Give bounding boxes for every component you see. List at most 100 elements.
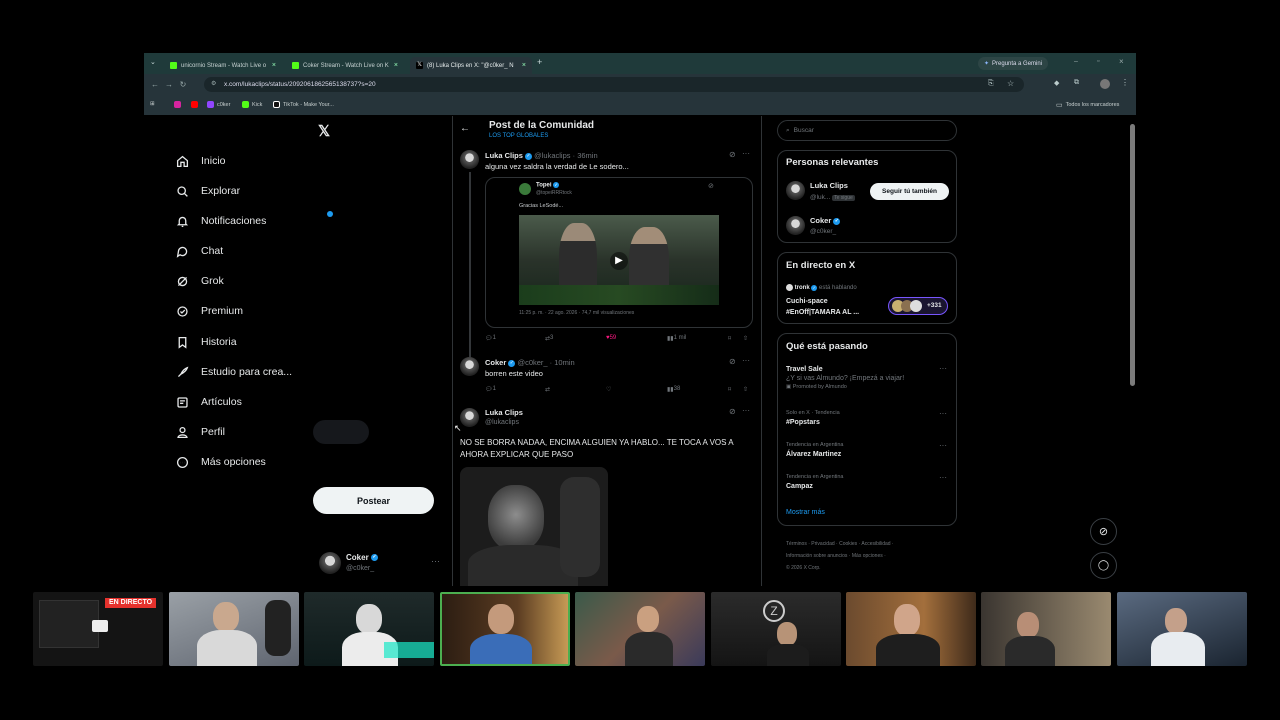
more-dots-icon[interactable]: ···: [742, 406, 750, 415]
more-dots-icon[interactable]: ···: [939, 409, 947, 418]
share-icon[interactable]: ⇧: [743, 386, 748, 393]
messages-float-button[interactable]: ◯: [1090, 552, 1117, 579]
avatar[interactable]: [460, 150, 479, 169]
stream-tile[interactable]: [169, 592, 299, 666]
bookmark-kick[interactable]: Kick: [242, 101, 262, 108]
quoted-post[interactable]: Topei ✓ @topeiRRRtock ⊘ Gracias LeSodé..…: [485, 177, 753, 328]
scrollbar-thumb[interactable]: [1130, 124, 1135, 386]
avatar[interactable]: [460, 357, 479, 376]
grok-float-button[interactable]: ⊘: [1090, 518, 1117, 545]
tab-coker[interactable]: Coker Stream - Watch Live on K ×: [286, 57, 404, 74]
extensions-puzzle-icon[interactable]: ⧉: [1074, 79, 1079, 87]
close-tab-icon[interactable]: ×: [272, 62, 276, 69]
extension-icon[interactable]: ◆: [1054, 79, 1059, 87]
stream-tile[interactable]: Z: [711, 592, 841, 666]
menu-icon[interactable]: ⋮: [1121, 78, 1129, 87]
footer-link[interactable]: Privacidad: [811, 541, 834, 547]
nav-grok[interactable]: Grok: [176, 269, 224, 293]
stream-tile[interactable]: [304, 592, 434, 666]
author-handle[interactable]: @c0ker_: [517, 358, 547, 367]
author-name[interactable]: Luka Clips: [485, 408, 523, 417]
stream-tile[interactable]: [575, 592, 705, 666]
url-field[interactable]: ⚙ x.com/lukaclips/status/209206186256513…: [204, 77, 1024, 92]
x-logo-icon[interactable]: 𝕏: [318, 122, 330, 140]
author-handle[interactable]: @lukaclips: [485, 419, 519, 426]
all-bookmarks[interactable]: ▭ Todos los marcadores: [1056, 101, 1119, 109]
stream-tile[interactable]: [1117, 592, 1247, 666]
author-name[interactable]: Luka Clips: [485, 151, 523, 160]
stream-tile-active[interactable]: [440, 592, 570, 666]
trend-item-promoted[interactable]: Travel Sale ¿Y si vas Almundo? ¡Empezá a…: [786, 366, 946, 390]
nav-perfil[interactable]: Perfil: [176, 420, 225, 444]
stream-tile[interactable]: [981, 592, 1111, 666]
instagram-icon[interactable]: [174, 101, 181, 108]
post-media-thumbnail[interactable]: [460, 467, 608, 586]
gemini-button[interactable]: ✦ Pregunta a Gemini: [978, 57, 1049, 70]
repost-button[interactable]: ⇄ 3: [545, 335, 553, 342]
tab-unicornio[interactable]: unicornio Stream - Watch Live o ×: [164, 57, 282, 74]
nav-explorar[interactable]: Explorar: [176, 179, 240, 203]
more-dots-icon[interactable]: ···: [939, 364, 947, 373]
star-icon[interactable]: ☆: [1007, 79, 1014, 88]
tab-luka-clips[interactable]: 𝕏 (8) Luka Clips en X: "@c0ker_ N ×: [410, 57, 532, 74]
back-arrow-icon[interactable]: ←: [460, 123, 470, 134]
like-button[interactable]: ♥ 59: [606, 335, 616, 341]
minimize-icon[interactable]: –: [1074, 58, 1078, 65]
close-tab-icon[interactable]: ×: [394, 62, 398, 69]
close-tab-icon[interactable]: ×: [522, 62, 526, 69]
views-button[interactable]: ▮▮ 1 mil: [667, 335, 686, 342]
footer-link[interactable]: Cookies: [839, 541, 857, 547]
nav-historia[interactable]: Historia: [176, 330, 237, 354]
nav-estudio[interactable]: Estudio para crea...: [176, 360, 292, 384]
post-time[interactable]: · 10min: [550, 358, 575, 367]
post-time[interactable]: · 36min: [573, 151, 598, 160]
close-window-icon[interactable]: ×: [1119, 57, 1124, 66]
live-space-subtitle[interactable]: #EnOff|TAMARA AL ...: [786, 309, 859, 316]
install-icon[interactable]: ⎘: [988, 80, 994, 88]
stream-tile-screen[interactable]: EN DIRECTO: [33, 592, 163, 666]
trend-item[interactable]: Tendencia en Argentina Álvarez Martinez: [786, 442, 946, 458]
forward-icon[interactable]: →: [162, 80, 176, 89]
footer-link[interactable]: Accesibilidad: [861, 541, 890, 547]
repost-button[interactable]: ⇄: [545, 386, 550, 393]
trend-item[interactable]: Solo en X · Tendencia #Popstars: [786, 410, 946, 426]
maximize-icon[interactable]: ▫: [1097, 58, 1099, 65]
nav-notificaciones[interactable]: Notificaciones: [176, 209, 266, 233]
bookmark-tiktok[interactable]: TikTok - Make Your...: [273, 101, 334, 108]
tab-search-icon[interactable]: ⌄: [150, 58, 156, 66]
trend-item[interactable]: Tendencia en Argentina Campaz: [786, 474, 946, 490]
search-input[interactable]: ⌕ Buscar: [777, 120, 957, 141]
grok-icon[interactable]: ⊘: [729, 357, 736, 366]
author-name[interactable]: Coker: [485, 358, 506, 367]
footer-link[interactable]: Más opciones: [852, 553, 883, 559]
show-more-link[interactable]: Mostrar más: [786, 509, 825, 516]
person-handle[interactable]: @c0ker_: [810, 228, 836, 235]
scrollbar[interactable]: [1129, 116, 1136, 586]
nav-premium[interactable]: Premium: [176, 299, 243, 323]
more-dots-icon[interactable]: ···: [742, 149, 750, 158]
footer-link[interactable]: Términos: [786, 541, 807, 547]
stream-tile[interactable]: [846, 592, 976, 666]
play-icon[interactable]: ▶: [610, 252, 628, 270]
bookmark-icon[interactable]: ⌑: [728, 335, 731, 342]
nav-chat[interactable]: Chat: [176, 239, 223, 263]
nav-inicio[interactable]: Inicio: [176, 149, 226, 173]
grok-icon[interactable]: ⊘: [729, 150, 736, 159]
bookmark-c0ker[interactable]: c0ker: [207, 101, 230, 108]
follow-button[interactable]: Seguir tú también: [870, 183, 949, 200]
more-dots-icon[interactable]: ···: [939, 441, 947, 450]
site-info-icon[interactable]: ⚙: [211, 80, 216, 87]
avatar[interactable]: [786, 216, 805, 235]
grok-icon[interactable]: ⊘: [729, 407, 736, 416]
avatar[interactable]: [460, 408, 479, 427]
views-button[interactable]: ▮▮ 38: [667, 386, 680, 393]
reply-button[interactable]: 💬︎ 1: [485, 335, 496, 342]
bookmark-icon[interactable]: ⌑: [728, 386, 731, 393]
back-icon[interactable]: ←: [148, 80, 162, 89]
account-switcher[interactable]: Coker ✓ @c0ker_ ···: [313, 548, 443, 578]
profile-avatar[interactable]: [1100, 79, 1110, 89]
share-icon[interactable]: ⇧: [743, 335, 748, 342]
live-space-title[interactable]: Cuchi-space: [786, 298, 828, 305]
nav-articulos[interactable]: Artículos: [176, 390, 242, 414]
post-button[interactable]: Postear: [313, 487, 434, 514]
